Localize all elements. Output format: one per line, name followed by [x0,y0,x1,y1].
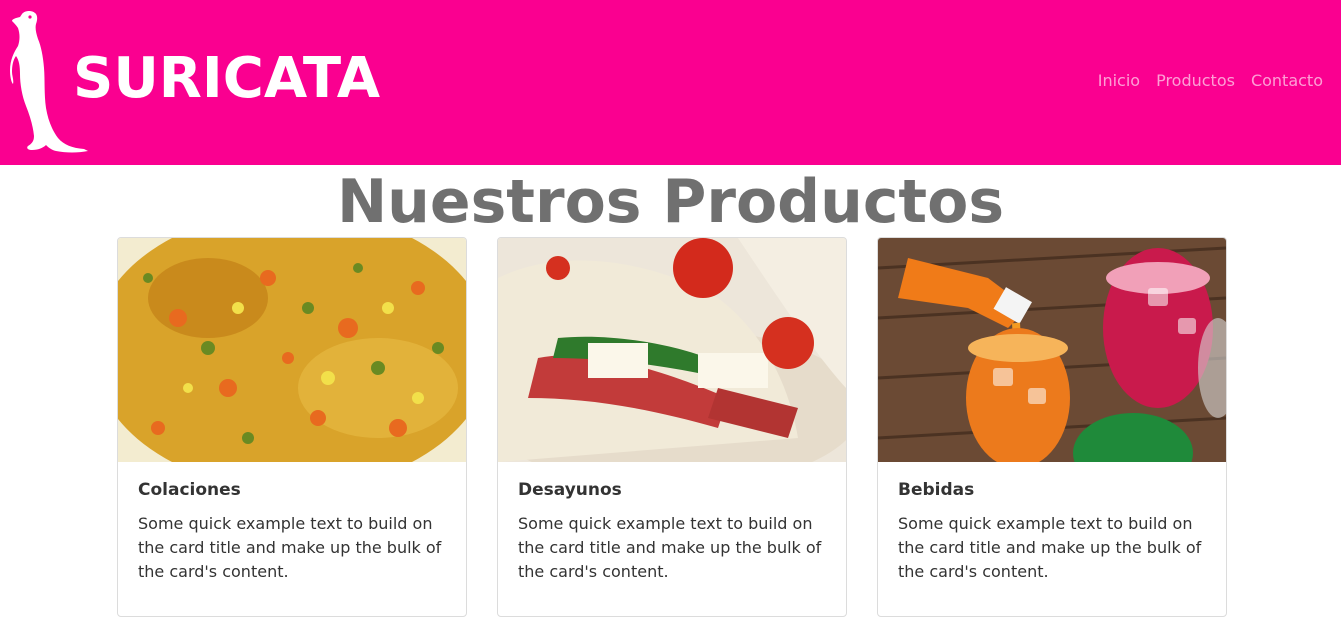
card-image-colaciones [118,238,466,462]
card-image-desayunos [498,238,846,462]
card-title: Desayunos [518,480,622,500]
page-title: Nuestros Productos [336,167,1005,237]
product-card-desayunos: Desayunos Some quick example text to bui… [497,237,847,617]
card-title: Colaciones [138,480,241,500]
card-image-bebidas [878,238,1226,462]
nav-contacto[interactable]: Contacto [1251,70,1323,92]
card-title: Bebidas [898,480,975,500]
brand-name: SURICATA [73,46,381,111]
product-card-colaciones: Colaciones Some quick example text to bu… [117,237,467,617]
card-body: Colaciones Some quick example text to bu… [138,478,448,584]
card-body: Bebidas Some quick example text to build… [898,478,1208,584]
main-nav: Inicio Productos Contacto [1098,70,1323,92]
card-body: Desayunos Some quick example text to bui… [518,478,828,584]
nav-inicio[interactable]: Inicio [1098,70,1140,92]
card-text: Some quick example text to build on the … [518,514,822,581]
product-card-bebidas: Bebidas Some quick example text to build… [877,237,1227,617]
navbar: SURICATA Inicio Productos Contacto [0,0,1341,165]
card-text: Some quick example text to build on the … [898,514,1202,581]
nav-productos[interactable]: Productos [1156,70,1235,92]
card-text: Some quick example text to build on the … [138,514,442,581]
